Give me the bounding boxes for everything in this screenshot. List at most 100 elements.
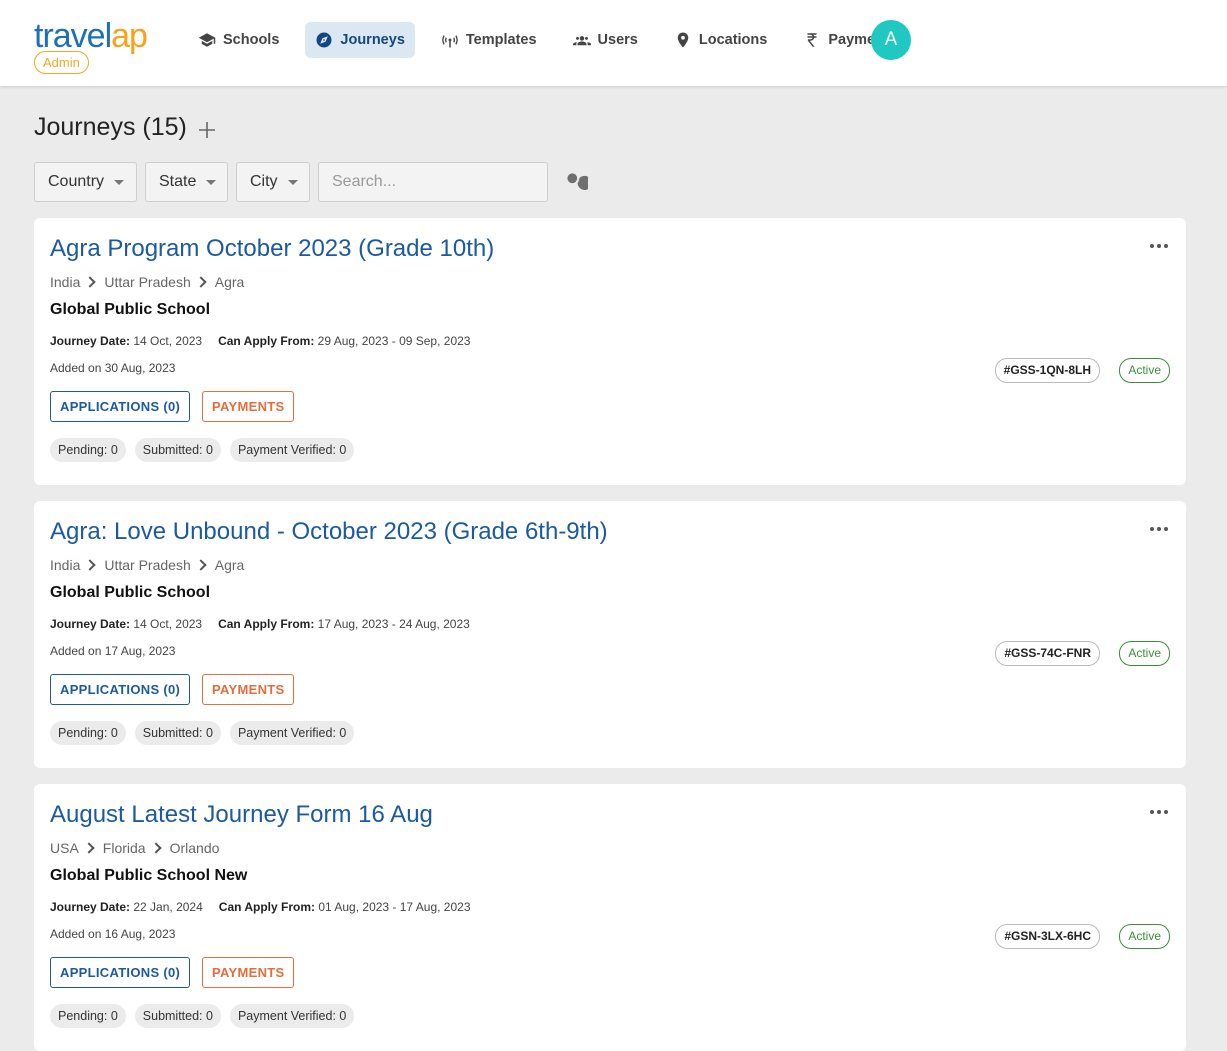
journey-date-value: 22 Jan, 2024	[133, 900, 203, 914]
add-journey-button[interactable]	[195, 118, 219, 142]
added-on: Added on 30 Aug, 2023	[50, 361, 176, 375]
crumb-city: Orlando	[169, 840, 220, 856]
logo-wordmark: travelap	[34, 17, 148, 55]
apply-from-label: Can Apply From:	[218, 900, 316, 914]
verified-count-chip: Payment Verified: 0	[229, 721, 355, 745]
pending-count-chip: Pending: 0	[50, 721, 126, 745]
search-input[interactable]	[318, 162, 548, 202]
status-badge: Active	[1119, 641, 1170, 666]
school-name: Global Public School	[50, 301, 211, 318]
chevron-right-icon	[83, 842, 95, 854]
travelap-logo[interactable]: travelap Admin	[34, 16, 164, 76]
status-counts: Pending: 0 Submitted: 0 Payment Verified…	[50, 438, 355, 462]
journey-dates: Journey Date: 14 Oct, 2023 Can Apply Fro…	[50, 334, 470, 348]
payments-button[interactable]: PAYMENTS	[202, 957, 295, 988]
verified-count-chip: Payment Verified: 0	[229, 1004, 355, 1028]
submitted-count-chip: Submitted: 0	[134, 1004, 221, 1028]
location-breadcrumb: USA Florida Orlando	[50, 840, 219, 856]
more-options-icon[interactable]	[1150, 527, 1168, 533]
journey-date-value: 14 Oct, 2023	[133, 617, 203, 631]
compass-icon	[316, 32, 332, 48]
crumb-state: Uttar Pradesh	[104, 557, 191, 573]
admin-badge: Admin	[34, 51, 89, 74]
more-options-icon[interactable]	[1150, 810, 1168, 816]
submitted-count-chip: Submitted: 0	[134, 721, 221, 745]
graduation-cap-icon	[198, 33, 216, 47]
crumb-country: India	[50, 557, 81, 573]
state-select-value: State	[159, 173, 197, 190]
city-select[interactable]: City	[236, 162, 310, 202]
apply-range-value: 01 Aug, 2023 - 17 Aug, 2023	[318, 900, 471, 914]
pending-count-chip: Pending: 0	[50, 438, 126, 462]
apply-range-value: 17 Aug, 2023 - 24 Aug, 2023	[317, 617, 470, 631]
top-navbar: travelap Admin Schools Journeys Template…	[0, 0, 1227, 86]
nav-users-label: Users	[597, 32, 638, 48]
added-on: Added on 16 Aug, 2023	[50, 927, 176, 941]
location-pin-icon	[677, 32, 689, 48]
chevron-right-icon	[195, 276, 207, 288]
school-name: Global Public School New	[50, 867, 248, 884]
nav-schools[interactable]: Schools	[188, 22, 289, 58]
crumb-city: Agra	[214, 557, 245, 573]
journey-date-label: Journey Date:	[50, 617, 131, 631]
crumb-country: India	[50, 274, 81, 290]
journey-code-badge: #GSN-3LX-6HC	[995, 924, 1100, 949]
applications-button[interactable]: APPLICATIONS (0)	[50, 674, 191, 705]
chevron-right-icon	[84, 559, 97, 571]
journey-card: Agra: Love Unbound - October 2023 (Grade…	[34, 501, 1186, 768]
state-select[interactable]: State	[145, 162, 228, 202]
apply-from-label: Can Apply From:	[218, 334, 315, 348]
nav-templates[interactable]: Templates	[431, 22, 547, 58]
chevron-right-icon	[149, 842, 162, 854]
plus-icon	[199, 122, 215, 138]
chevron-right-icon	[195, 559, 207, 571]
search-button[interactable]	[562, 168, 592, 196]
status-badge: Active	[1119, 924, 1170, 949]
verified-count-chip: Payment Verified: 0	[229, 438, 355, 462]
caret-down-icon	[287, 179, 298, 185]
main-nav: Schools Journeys Templates Users Locatio…	[188, 22, 907, 58]
apply-range-value: 29 Aug, 2023 - 09 Sep, 2023	[317, 334, 471, 348]
applications-button[interactable]: APPLICATIONS (0)	[50, 957, 191, 988]
journey-date-label: Journey Date:	[50, 900, 131, 914]
pending-count-chip: Pending: 0	[50, 1004, 126, 1028]
crumb-state: Florida	[102, 840, 146, 856]
journey-date-value: 14 Oct, 2023	[133, 334, 203, 348]
apply-from-label: Can Apply From:	[218, 617, 315, 631]
added-on: Added on 17 Aug, 2023	[50, 644, 176, 658]
nav-locations[interactable]: Locations	[664, 22, 777, 58]
journey-card: Agra Program October 2023 (Grade 10th) I…	[34, 218, 1186, 485]
status-counts: Pending: 0 Submitted: 0 Payment Verified…	[50, 721, 355, 745]
status-counts: Pending: 0 Submitted: 0 Payment Verified…	[50, 1004, 355, 1028]
more-options-icon[interactable]	[1150, 244, 1168, 250]
caret-down-icon	[114, 179, 125, 185]
nav-templates-label: Templates	[465, 32, 537, 48]
nav-schools-label: Schools	[223, 32, 280, 48]
status-badge: Active	[1119, 358, 1170, 383]
journey-dates: Journey Date: 14 Oct, 2023 Can Apply Fro…	[50, 617, 470, 631]
payments-button[interactable]: PAYMENTS	[202, 674, 295, 705]
nav-journeys-label: Journeys	[340, 32, 405, 48]
nav-users[interactable]: Users	[563, 22, 648, 58]
location-breadcrumb: India Uttar Pradesh Agra	[50, 274, 244, 290]
search-icon	[567, 173, 592, 190]
applications-button[interactable]: APPLICATIONS (0)	[50, 391, 191, 422]
crumb-city: Agra	[214, 274, 245, 290]
journey-code-badge: #GSS-1QN-8LH	[994, 358, 1100, 383]
journey-title-link[interactable]: Agra Program October 2023 (Grade 10th)	[50, 235, 494, 263]
location-breadcrumb: India Uttar Pradesh Agra	[50, 557, 244, 573]
broadcast-icon	[442, 35, 458, 48]
journey-title-link[interactable]: August Latest Journey Form 16 Aug	[50, 801, 433, 829]
country-select[interactable]: Country	[34, 162, 137, 202]
school-name: Global Public School	[50, 584, 211, 601]
payments-button[interactable]: PAYMENTS	[202, 391, 295, 422]
journey-date-label: Journey Date:	[50, 334, 131, 348]
journey-title-link[interactable]: Agra: Love Unbound - October 2023 (Grade…	[50, 518, 608, 546]
nav-locations-label: Locations	[698, 32, 768, 48]
nav-journeys[interactable]: Journeys	[305, 22, 415, 58]
caret-down-icon	[206, 179, 217, 185]
page-title: Journeys (15)	[34, 113, 187, 141]
crumb-state: Uttar Pradesh	[104, 274, 191, 290]
journey-dates: Journey Date: 22 Jan, 2024 Can Apply Fro…	[50, 900, 471, 914]
user-avatar[interactable]: A	[871, 20, 911, 60]
